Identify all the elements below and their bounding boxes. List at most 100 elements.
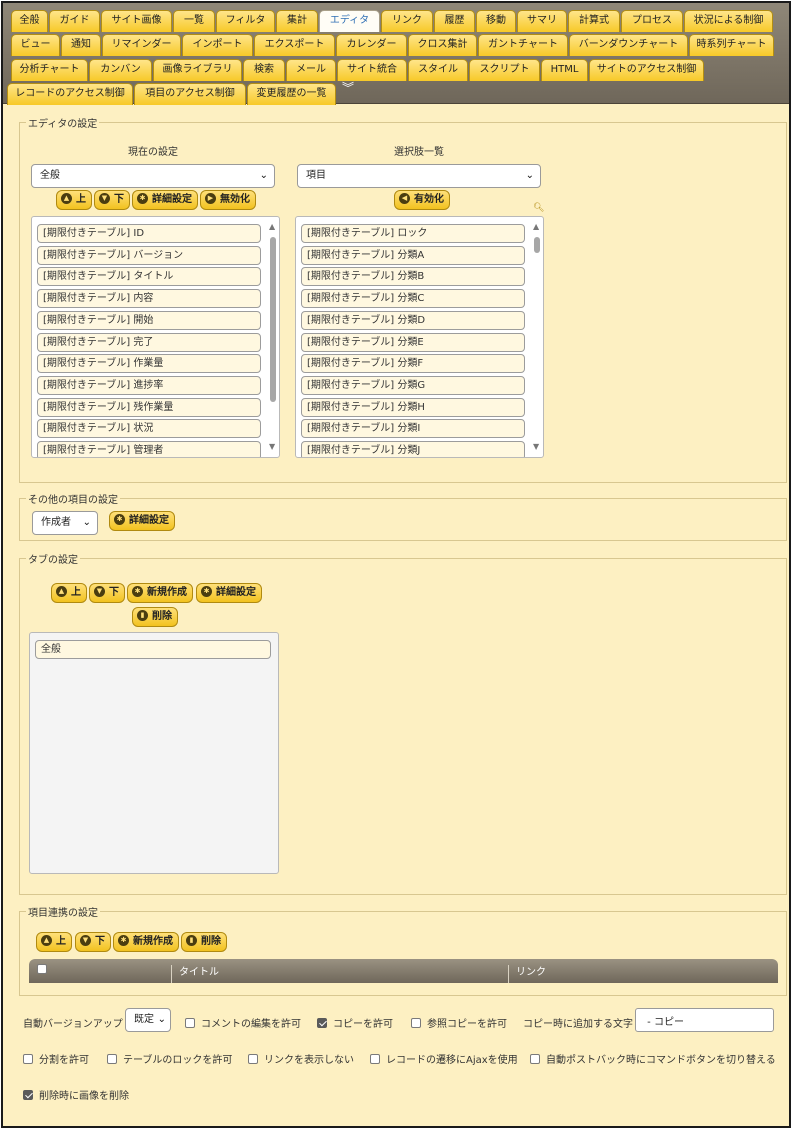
list-item[interactable]: [期限付きテーブル] 完了 <box>37 332 261 352</box>
tab-item[interactable]: 集計 <box>276 10 318 32</box>
other-advanced-button[interactable]: ✱ 詳細設定 <box>109 511 175 531</box>
advanced-settings-button[interactable]: ✱ 詳細設定 <box>132 190 198 210</box>
tab-item[interactable]: 移動 <box>476 10 516 32</box>
link-delete-button[interactable]: ▮ 削除 <box>181 932 227 952</box>
scroll-down-icon[interactable]: ▼ <box>269 443 275 451</box>
list-item[interactable]: [期限付きテーブル] 分類F <box>301 354 525 374</box>
tab-item[interactable]: HTML <box>541 59 588 81</box>
tab-item[interactable]: プロセス <box>621 10 683 32</box>
allow-copy-checkbox[interactable]: コピーを許可 <box>317 1015 393 1030</box>
allow-split-checkbox[interactable]: 分割を許可 <box>23 1051 89 1066</box>
tabs-list[interactable]: 全般 <box>29 632 279 874</box>
tab-item[interactable]: クロス集計 <box>408 34 477 56</box>
tab-item[interactable]: 通知 <box>61 34 101 56</box>
tab-item[interactable]: ビュー <box>11 34 60 56</box>
list-item[interactable]: [期限付きテーブル] 分類I <box>301 419 525 439</box>
checkbox[interactable] <box>23 1054 33 1064</box>
other-item-select[interactable]: 作成者 ⌄ <box>32 511 98 535</box>
list-item[interactable]: [期限付きテーブル] 分類E <box>301 332 525 352</box>
allow-table-lock-checkbox[interactable]: テーブルのロックを許可 <box>107 1051 232 1066</box>
column-header-link[interactable]: リンク <box>510 963 546 983</box>
copy-suffix-input[interactable] <box>635 1008 774 1032</box>
list-item[interactable]: [期限付きテーブル] 状況 <box>37 419 261 439</box>
ajax-transition-checkbox[interactable]: レコードの遷移にAjaxを使用 <box>370 1051 518 1066</box>
move-up-button[interactable]: ▲ 上 <box>56 190 92 210</box>
tab-delete-button[interactable]: ▮ 削除 <box>132 607 178 627</box>
list-item[interactable]: [期限付きテーブル] 分類G <box>301 375 525 395</box>
link-new-button[interactable]: ✱ 新規作成 <box>113 932 179 952</box>
list-item[interactable]: [期限付きテーブル] 進捗率 <box>37 375 261 395</box>
list-item[interactable]: [期限付きテーブル] 分類C <box>301 289 525 309</box>
link-move-down-button[interactable]: ▼ 下 <box>75 932 111 952</box>
list-item[interactable]: [期限付きテーブル] 内容 <box>37 289 261 309</box>
choice-items-list[interactable]: ▲ ▼ [期限付きテーブル] ロック [期限付きテーブル] 分類A [期限付きテーブ… <box>295 216 544 458</box>
column-header-title[interactable]: タイトル <box>173 963 219 983</box>
tab-move-up-button[interactable]: ▲ 上 <box>51 583 87 603</box>
select-all-checkbox[interactable] <box>31 961 47 981</box>
tab-item[interactable]: 画像ライブラリ <box>153 59 242 81</box>
tab-move-down-button[interactable]: ▼ 下 <box>89 583 125 603</box>
tab-item[interactable]: サイト統合 <box>337 59 407 81</box>
checkbox[interactable] <box>530 1054 540 1064</box>
list-item[interactable]: [期限付きテーブル] タイトル <box>37 267 261 287</box>
list-item[interactable]: [期限付きテーブル] バージョン <box>37 245 261 265</box>
tab-advanced-button[interactable]: ✱ 詳細設定 <box>196 583 262 603</box>
tab-item[interactable]: リンク <box>381 10 433 32</box>
tab-item[interactable]: リマインダー <box>102 34 181 56</box>
checkbox[interactable] <box>248 1054 258 1064</box>
list-item[interactable]: [期限付きテーブル] 分類J <box>301 441 525 457</box>
tab-item[interactable]: メール <box>286 59 336 81</box>
choices-select[interactable]: 項目 ⌄ <box>297 164 541 188</box>
tab-item[interactable]: 状況による制御 <box>684 10 773 32</box>
tab-item[interactable]: 一覧 <box>173 10 215 32</box>
search-icon[interactable]: 🔍︎ <box>533 203 544 213</box>
checkbox[interactable] <box>317 1018 327 1028</box>
tab-item[interactable]: サイト画像 <box>101 10 172 32</box>
tab-new-button[interactable]: ✱ 新規作成 <box>127 583 193 603</box>
link-move-up-button[interactable]: ▲ 上 <box>36 932 72 952</box>
scrollbar[interactable]: ▲ ▼ <box>531 217 543 457</box>
list-item[interactable]: [期限付きテーブル] 分類A <box>301 245 525 265</box>
list-item[interactable]: [期限付きテーブル] ロック <box>301 224 525 243</box>
checkbox[interactable] <box>23 1090 33 1100</box>
scroll-thumb[interactable] <box>534 237 540 253</box>
scroll-up-icon[interactable]: ▲ <box>533 223 539 231</box>
tab-item[interactable]: カンバン <box>89 59 152 81</box>
scroll-thumb[interactable] <box>270 237 276 402</box>
current-items-list[interactable]: ▲ ▼ [期限付きテーブル] ID [期限付きテーブル] バージョン [期限付きテー… <box>31 216 280 458</box>
tab-item[interactable]: バーンダウンチャート <box>569 34 688 56</box>
checkbox[interactable] <box>411 1018 421 1028</box>
auto-version-select[interactable]: 既定 ⌄ <box>125 1008 171 1032</box>
tab-item[interactable]: レコードのアクセス制御 <box>7 83 133 105</box>
checkbox[interactable] <box>370 1054 380 1064</box>
checkbox[interactable] <box>185 1018 195 1028</box>
list-item[interactable]: [期限付きテーブル] 分類D <box>301 310 525 330</box>
list-item[interactable]: 全般 <box>35 640 271 659</box>
list-item[interactable]: [期限付きテーブル] 開始 <box>37 310 261 330</box>
tab-item[interactable]: エクスポート <box>254 34 335 56</box>
tab-item[interactable]: ガントチャート <box>478 34 568 56</box>
current-settings-select[interactable]: 全般 ⌄ <box>31 164 275 188</box>
disable-button[interactable]: ▶ 無効化 <box>200 190 256 210</box>
list-item[interactable]: [期限付きテーブル] 作業量 <box>37 354 261 374</box>
tab-item[interactable]: スクリプト <box>469 59 540 81</box>
checkbox[interactable] <box>37 964 47 974</box>
expand-tabs-icon[interactable]: ︾ <box>341 82 355 100</box>
allow-ref-copy-checkbox[interactable]: 参照コピーを許可 <box>411 1015 507 1030</box>
hide-link-checkbox[interactable]: リンクを表示しない <box>248 1051 354 1066</box>
tab-item[interactable]: エディタ <box>319 10 380 32</box>
move-down-button[interactable]: ▼ 下 <box>94 190 130 210</box>
list-item[interactable]: [期限付きテーブル] 分類B <box>301 267 525 287</box>
scroll-up-icon[interactable]: ▲ <box>269 223 275 231</box>
tab-item[interactable]: 履歴 <box>434 10 475 32</box>
checkbox[interactable] <box>107 1054 117 1064</box>
tab-item[interactable]: 検索 <box>243 59 285 81</box>
tab-item[interactable]: 全般 <box>11 10 48 32</box>
tab-item[interactable]: サマリ <box>517 10 567 32</box>
delete-image-checkbox[interactable]: 削除時に画像を削除 <box>23 1087 129 1102</box>
tab-item[interactable]: サイトのアクセス制御 <box>589 59 704 81</box>
allow-comment-edit-checkbox[interactable]: コメントの編集を許可 <box>185 1015 301 1030</box>
tab-item[interactable]: フィルタ <box>216 10 275 32</box>
tab-item[interactable]: 変更履歴の一覧 <box>247 83 336 105</box>
switch-command-buttons-checkbox[interactable]: 自動ポストバック時にコマンドボタンを切り替える <box>530 1051 776 1066</box>
